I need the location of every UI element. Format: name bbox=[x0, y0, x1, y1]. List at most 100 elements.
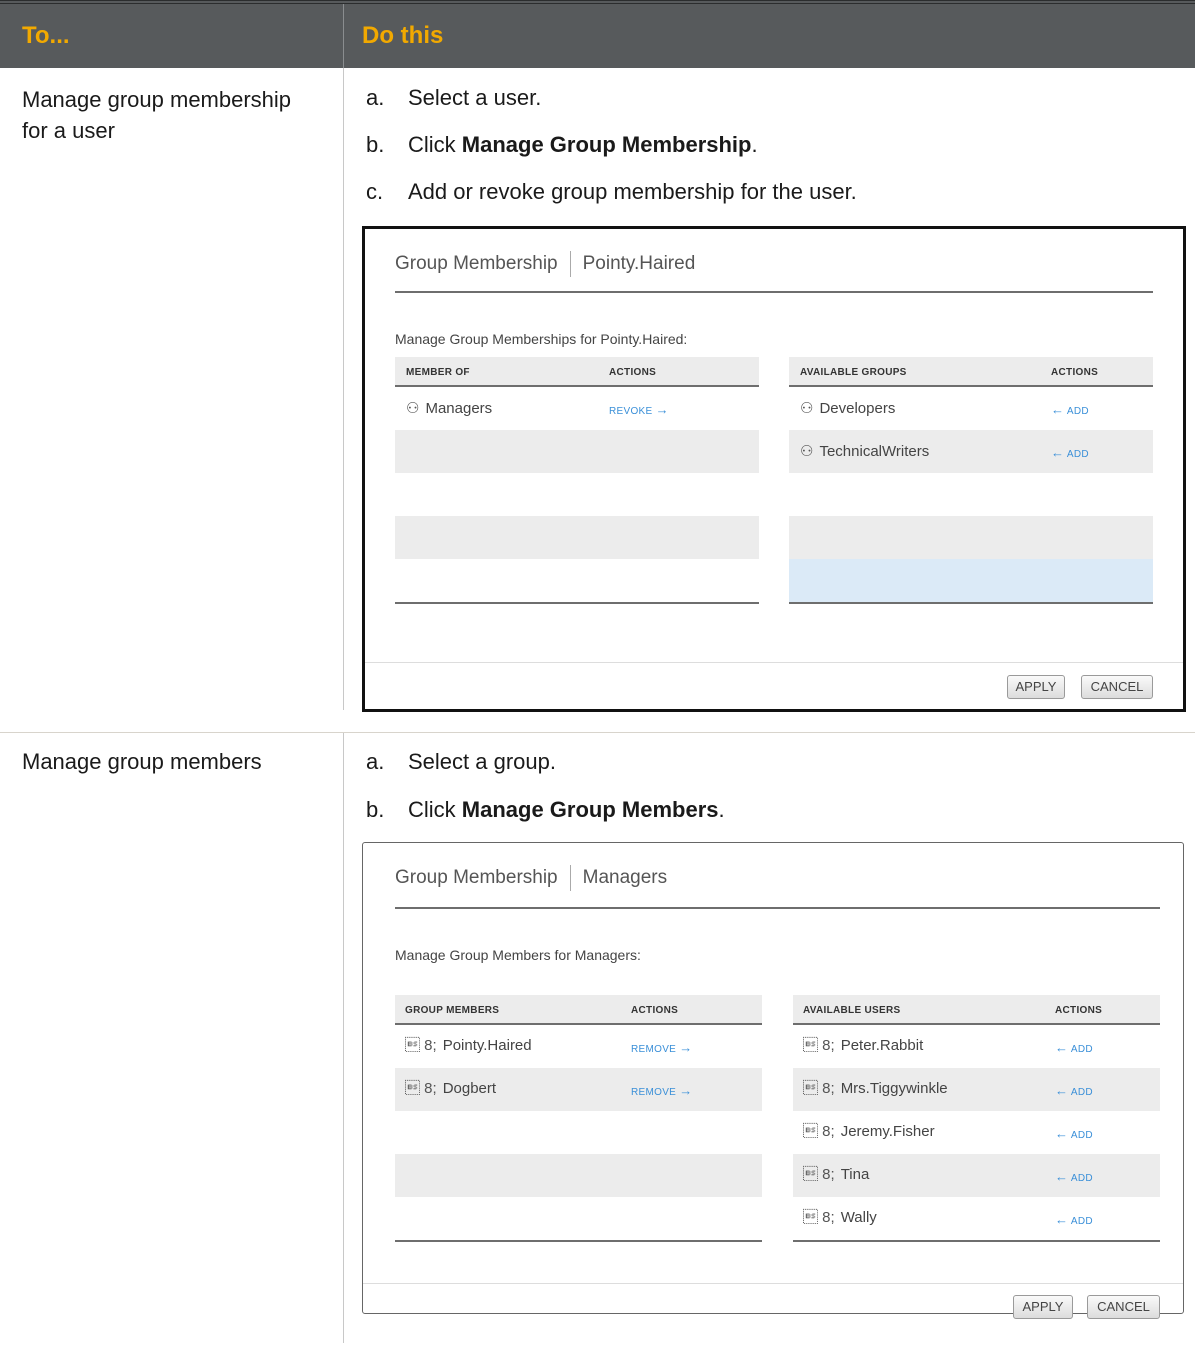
list-item-name:  8; Pointy.Haired bbox=[405, 1037, 532, 1054]
column-available-groups: AVAILABLE GROUPS bbox=[800, 367, 907, 378]
user-name: Tina bbox=[840, 1166, 870, 1183]
row-1-label-line1: Manage group membership bbox=[22, 87, 292, 112]
dialog-subtitle: Manage Group Memberships for Pointy.Hair… bbox=[395, 331, 688, 347]
header-divider bbox=[343, 4, 344, 68]
user-icon:  8; bbox=[405, 1080, 437, 1097]
column-member-of: MEMBER OF bbox=[406, 367, 470, 378]
row-1-step-b: b. Click Manage Group Membership. bbox=[366, 131, 758, 159]
list-header: AVAILABLE USERS ACTIONS bbox=[793, 995, 1160, 1025]
list-item[interactable]: ⚇ Managers REVOKE → bbox=[395, 387, 759, 430]
title-underline bbox=[395, 291, 1153, 293]
remove-button[interactable]: REMOVE → bbox=[631, 1040, 693, 1055]
arrow-left-icon: ← bbox=[1051, 445, 1065, 460]
user-icon:  8; bbox=[803, 1209, 835, 1226]
add-label: ADD bbox=[1070, 1216, 1093, 1227]
group-name: Managers bbox=[425, 400, 493, 417]
column-actions: ACTIONS bbox=[1055, 1005, 1103, 1016]
step-text-end: . bbox=[718, 797, 725, 822]
column-actions: ACTIONS bbox=[609, 367, 657, 378]
cancel-button[interactable]: CANCEL bbox=[1087, 1295, 1160, 1319]
row-2-label-line1: Manage group members bbox=[22, 749, 262, 774]
title-divider bbox=[569, 251, 571, 277]
arrow-right-icon: → bbox=[655, 402, 669, 417]
list-header: AVAILABLE GROUPS ACTIONS bbox=[789, 357, 1153, 387]
user-icon:  8; bbox=[405, 1037, 437, 1054]
step-text: Select a group. bbox=[408, 749, 556, 774]
apply-button[interactable]: APPLY bbox=[1007, 675, 1065, 699]
dialog-subject: Pointy.Haired bbox=[582, 253, 696, 275]
add-button[interactable]: ← ADD bbox=[1055, 1126, 1093, 1141]
add-label: ADD bbox=[1070, 1130, 1093, 1141]
list-item-name: ⚇ Managers bbox=[406, 399, 492, 417]
list-item[interactable]: ⚇ Developers ← ADD bbox=[789, 387, 1153, 430]
group-icon: ⚇ bbox=[406, 400, 420, 417]
list-item-empty bbox=[395, 473, 759, 516]
list-item-name: ⚇ Developers bbox=[800, 399, 895, 417]
cancel-button[interactable]: CANCEL bbox=[1081, 675, 1153, 699]
add-label: ADD bbox=[1066, 406, 1089, 417]
apply-button[interactable]: APPLY bbox=[1013, 1295, 1073, 1319]
list-item[interactable]:  8; Tina ← ADD bbox=[793, 1154, 1160, 1197]
add-button[interactable]: ← ADD bbox=[1055, 1212, 1093, 1227]
user-name: Wally bbox=[840, 1209, 877, 1226]
list-item[interactable]:  8; Dogbert REMOVE → bbox=[395, 1068, 762, 1111]
add-button[interactable]: ← ADD bbox=[1051, 402, 1089, 417]
step-letter: a. bbox=[366, 85, 385, 110]
add-button[interactable]: ← ADD bbox=[1051, 445, 1089, 460]
arrow-left-icon: ← bbox=[1055, 1212, 1069, 1227]
add-label: ADD bbox=[1066, 449, 1089, 460]
list-item[interactable]:  8; Pointy.Haired REMOVE → bbox=[395, 1025, 762, 1068]
list-item-selected-empty bbox=[789, 559, 1153, 602]
list-footer-line bbox=[395, 602, 759, 604]
arrow-left-icon: ← bbox=[1055, 1083, 1069, 1098]
step-letter: c. bbox=[366, 179, 384, 204]
user-name: Mrs.Tiggywinkle bbox=[840, 1080, 948, 1097]
arrow-left-icon: ← bbox=[1055, 1169, 1069, 1184]
step-text: Click bbox=[408, 797, 462, 822]
column-actions: ACTIONS bbox=[631, 1005, 679, 1016]
dialog-footer-divider bbox=[365, 662, 1183, 663]
column-group-members: GROUP MEMBERS bbox=[405, 1005, 500, 1016]
step-letter: b. bbox=[366, 132, 385, 157]
list-item[interactable]:  8; Jeremy.Fisher ← ADD bbox=[793, 1111, 1160, 1154]
header-do-this: Do this bbox=[362, 22, 444, 49]
step-text: Add or revoke group membership for the u… bbox=[408, 179, 857, 204]
remove-label: REMOVE bbox=[631, 1044, 677, 1055]
list-item-name:  8; Mrs.Tiggywinkle bbox=[803, 1080, 948, 1097]
list-item[interactable]:  8; Wally ← ADD bbox=[793, 1197, 1160, 1240]
add-button[interactable]: ← ADD bbox=[1055, 1169, 1093, 1184]
list-item[interactable]: ⚇ TechnicalWriters ← ADD bbox=[789, 430, 1153, 473]
add-button[interactable]: ← ADD bbox=[1055, 1083, 1093, 1098]
group-membership-dialog: Group Membership Pointy.Haired Manage Gro… bbox=[362, 226, 1186, 712]
list-footer-line bbox=[395, 1240, 762, 1242]
list-item-name:  8; Peter.Rabbit bbox=[803, 1037, 923, 1054]
row-2-step-a: a. Select a group. bbox=[366, 748, 556, 776]
user-name: Peter.Rabbit bbox=[840, 1037, 924, 1054]
row-divider bbox=[0, 732, 1195, 733]
member-of-list: MEMBER OF ACTIONS ⚇ Managers REVOKE → bbox=[395, 357, 759, 632]
table-header: To... Do this bbox=[0, 0, 1195, 68]
user-icon:  8; bbox=[803, 1123, 835, 1140]
user-name: Dogbert bbox=[442, 1080, 497, 1097]
list-item[interactable]:  8; Mrs.Tiggywinkle ← ADD bbox=[793, 1068, 1160, 1111]
list-item[interactable]:  8; Peter.Rabbit ← ADD bbox=[793, 1025, 1160, 1068]
dialog-subject: Managers bbox=[582, 867, 668, 889]
column-actions: ACTIONS bbox=[1051, 367, 1099, 378]
add-button[interactable]: ← ADD bbox=[1055, 1040, 1093, 1055]
user-name: Pointy.Haired bbox=[442, 1037, 532, 1054]
column-divider bbox=[343, 68, 344, 710]
remove-label: REMOVE bbox=[631, 1087, 677, 1098]
user-icon:  8; bbox=[803, 1080, 835, 1097]
step-command: Manage Group Members bbox=[461, 797, 719, 822]
available-users-list: AVAILABLE USERS ACTIONS  8; Peter.Rabbit… bbox=[793, 995, 1160, 1255]
list-item-empty bbox=[395, 1111, 762, 1154]
dialog-title-text: Group Membership bbox=[395, 867, 558, 889]
remove-button[interactable]: REMOVE → bbox=[631, 1083, 693, 1098]
list-item-empty bbox=[789, 516, 1153, 559]
title-underline bbox=[395, 907, 1160, 909]
list-footer-line bbox=[789, 602, 1153, 604]
dialog-footer-divider bbox=[363, 1283, 1183, 1284]
step-letter: a. bbox=[366, 749, 385, 774]
revoke-button[interactable]: REVOKE → bbox=[609, 402, 669, 417]
list-header: GROUP MEMBERS ACTIONS bbox=[395, 995, 762, 1025]
